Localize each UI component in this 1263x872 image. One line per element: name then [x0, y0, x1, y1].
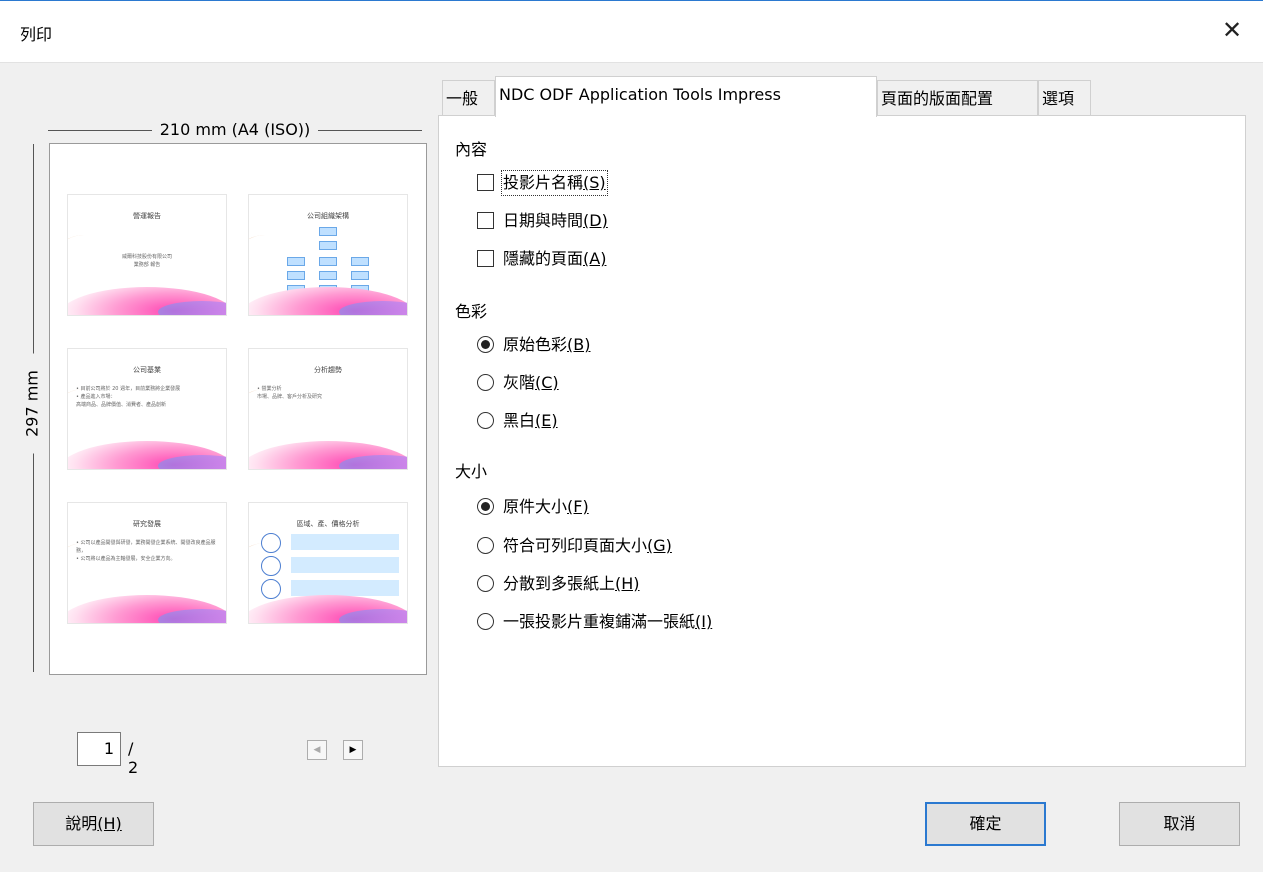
- option-label: 灰階: [503, 373, 536, 392]
- radio-button[interactable]: [477, 613, 494, 630]
- cancel-button[interactable]: 取消: [1119, 802, 1240, 846]
- preview-slide: 研究發展 • 公司以產品開發與研發，業務開發企業系統、開發改良產品服務， • 公…: [67, 502, 227, 624]
- org-chart-box: [351, 271, 369, 280]
- section-title-color: 色彩: [455, 302, 488, 321]
- window-title: 列印: [20, 25, 53, 44]
- option-mnemonic: (C): [535, 373, 559, 392]
- radio-button[interactable]: [477, 412, 494, 429]
- slide-text-box: [291, 534, 399, 550]
- tab-options[interactable]: 選項: [1038, 80, 1091, 116]
- slide-title: 分析趨勢: [314, 366, 342, 374]
- option-label: 日期與時間: [503, 211, 584, 230]
- option-label: 一張投影片重複鋪滿一張紙: [503, 612, 696, 631]
- page-number-input[interactable]: 1: [77, 732, 121, 766]
- checkbox-box[interactable]: [477, 212, 494, 229]
- preview-slide: 公司基業 • 目前公司將於 20 週年，目前業務將企業發展 • 產品進入市場： …: [67, 348, 227, 470]
- org-chart-box: [351, 257, 369, 266]
- option-mnemonic: (F): [567, 497, 589, 516]
- slide-title: 公司組織架構: [307, 212, 349, 220]
- slide-text-box: [291, 557, 399, 573]
- option-mnemonic: (A): [583, 249, 607, 268]
- slide-circle: [261, 556, 281, 576]
- option-label: 符合可列印頁面大小: [503, 536, 648, 555]
- page-width-label: 210 mm (A4 (ISO)): [151, 120, 319, 139]
- org-chart-box: [287, 257, 305, 266]
- org-chart-box: [287, 271, 305, 280]
- slide-line: • 營業分析: [257, 386, 282, 392]
- slide-line: 業務部 報告: [133, 262, 161, 268]
- option-mnemonic: (D): [583, 211, 608, 230]
- slide-title: 營運報告: [133, 212, 161, 220]
- radio-button[interactable]: [477, 498, 494, 515]
- page-height-label: 297 mm: [22, 353, 42, 454]
- slide-circle: [261, 579, 281, 599]
- slide-body: 威爾科技股份有限公司 業務部 報告: [76, 253, 218, 269]
- title-bar-divider: [0, 62, 1263, 63]
- next-page-button[interactable]: ▶: [343, 740, 363, 760]
- radio-button[interactable]: [477, 537, 494, 554]
- preview-slide: 營運報告 威爾科技股份有限公司 業務部 報告: [67, 194, 227, 316]
- slide-title: 研究發展: [133, 520, 161, 528]
- option-mnemonic: (S): [583, 173, 606, 192]
- slide-line: • 產品進入市場：: [76, 394, 116, 400]
- option-mnemonic: (G): [647, 536, 672, 555]
- radio-button[interactable]: [477, 336, 494, 353]
- radio-button[interactable]: [477, 575, 494, 592]
- slide-body: • 目前公司將於 20 週年，目前業務將企業發展 • 產品進入市場： 高端商品、…: [76, 385, 218, 409]
- option-label: 黑白: [503, 411, 536, 430]
- checkbox-box[interactable]: [477, 174, 494, 191]
- slide-title: 區域、產、價格分析: [296, 520, 360, 528]
- slide-title: 公司基業: [133, 366, 161, 374]
- option-label: 原件大小: [503, 497, 568, 516]
- checkbox-box[interactable]: [477, 250, 494, 267]
- slide-circle: [261, 533, 281, 553]
- section-title-content: 內容: [455, 140, 488, 159]
- slide-body: • 公司以產品開發與研發，業務開發企業系統、開發改良產品服務， • 公司將以產品…: [76, 539, 218, 563]
- radio-button[interactable]: [477, 374, 494, 391]
- slide-line: • 目前公司將於 20 週年，目前業務將企業發展: [76, 386, 181, 392]
- page-total-label: / 2: [128, 739, 139, 777]
- tab-page-layout[interactable]: 頁面的版面配置: [877, 80, 1038, 116]
- title-bar: 列印 ✕: [0, 0, 1263, 62]
- slide-line: 市場、品牌、客戶分析及研究: [257, 394, 323, 400]
- org-chart-box: [319, 227, 337, 236]
- org-chart-box: [319, 241, 337, 250]
- slide-text-box: [291, 580, 399, 596]
- help-button[interactable]: 說明(H): [33, 802, 154, 846]
- slide-line: 威爾科技股份有限公司: [121, 254, 172, 260]
- preview-slide: 區域、產、價格分析: [248, 502, 408, 624]
- option-mnemonic: (E): [535, 411, 558, 430]
- preview-slide: 公司組織架構: [248, 194, 408, 316]
- org-chart-box: [319, 257, 337, 266]
- preview-slide: 分析趨勢 • 營業分析 市場、品牌、客戶分析及研究: [248, 348, 408, 470]
- help-button-label: 說明: [65, 814, 98, 833]
- tab-general[interactable]: 一般: [442, 80, 495, 116]
- page-height-dimension: 297 mm: [20, 144, 44, 672]
- option-mnemonic: (I): [695, 612, 713, 631]
- option-label: 原始色彩: [503, 335, 568, 354]
- option-mnemonic: (H): [615, 574, 640, 593]
- option-label: 分散到多張紙上: [503, 574, 616, 593]
- org-chart-box: [319, 271, 337, 280]
- slide-line: 高端商品、品牌價值、消費者、產品創新: [76, 402, 167, 408]
- print-preview: 營運報告 威爾科技股份有限公司 業務部 報告 公司組織架構 公司基業 • 目前公…: [49, 143, 427, 675]
- ok-button[interactable]: 確定: [925, 802, 1046, 846]
- previous-page-button[interactable]: ◀: [307, 740, 327, 760]
- help-button-mnemonic: (H): [97, 814, 122, 833]
- slide-line: • 公司將以產品為主軸發展，安全企業方向。: [76, 556, 176, 562]
- slide-line: • 公司以產品開發與研發，業務開發企業系統、開發改良產品服務，: [76, 540, 216, 554]
- close-icon[interactable]: ✕: [1217, 15, 1247, 45]
- option-label: 隱藏的頁面: [503, 249, 584, 268]
- slide-body: • 營業分析 市場、品牌、客戶分析及研究: [257, 385, 399, 401]
- option-label: 投影片名稱: [503, 173, 584, 192]
- section-title-size: 大小: [455, 462, 488, 481]
- page-width-dimension: 210 mm (A4 (ISO)): [48, 118, 422, 142]
- tab-impress[interactable]: NDC ODF Application Tools Impress: [495, 76, 877, 117]
- tab-panel: 內容 投影片名稱(S) 日期與時間(D) 隱藏的頁面(A) 色彩 原始色彩(B)…: [438, 115, 1246, 767]
- option-mnemonic: (B): [567, 335, 591, 354]
